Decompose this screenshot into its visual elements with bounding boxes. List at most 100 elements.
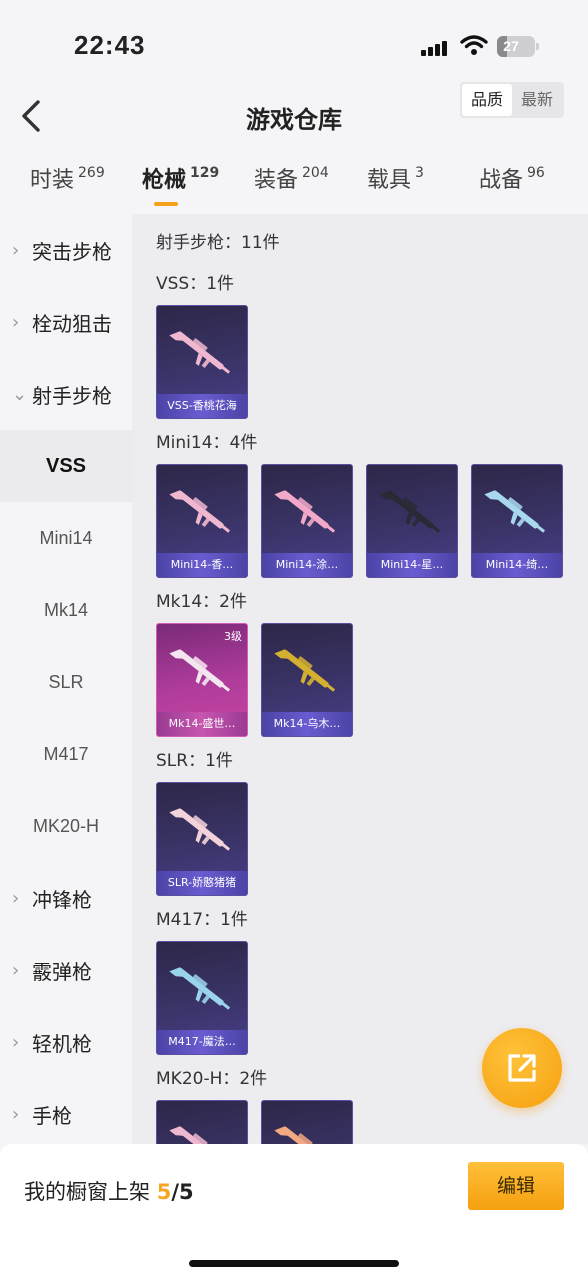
sidebar-item-label: 手枪 (32, 1103, 72, 1128)
sort-option-quality[interactable]: 品质 (462, 84, 512, 116)
rifle-icon (274, 1126, 329, 1144)
shelf-label: 我的橱窗上架 (24, 1180, 150, 1204)
sidebar-item-label: MK20-H (32, 815, 99, 836)
chevron-right-icon: › (12, 1031, 20, 1053)
shelf-status: 我的橱窗上架 5/5 (24, 1176, 194, 1206)
sidebar-item-label: Mk14 (43, 599, 88, 620)
chevron-right-icon: › (12, 311, 20, 333)
weapon-skin-name: Mk14-盛世… (157, 712, 247, 736)
sidebar-item-label: 霰弹枪 (32, 959, 92, 984)
weapon-skin-name: Mini14-香… (157, 553, 247, 577)
sidebar-item-label: 射手步枪 (32, 383, 112, 408)
sidebar-item[interactable]: › 冲锋枪 (0, 862, 132, 934)
sidebar-item[interactable]: VSS (0, 430, 132, 502)
chevron-right-icon: › (12, 1103, 20, 1125)
sidebar-item-label: VSS (45, 454, 87, 477)
sidebar-item[interactable]: Mk14 (0, 574, 132, 646)
cellular-signal-icon (421, 40, 451, 56)
weapon-skin-card[interactable]: Mk14-乌木… (261, 623, 353, 737)
bottom-bar: 我的橱窗上架 5/5 编辑 (0, 1144, 588, 1280)
level-badge: 3级 (224, 630, 242, 643)
sidebar-item-label: Mini14 (39, 527, 93, 548)
weapon-skin-card[interactable]: SLR-娇憨猪猪 (156, 782, 248, 896)
shelf-total-count: /5 (171, 1180, 194, 1204)
section-label: M417：1件 (156, 910, 248, 930)
status-bar: 22:43 27 (0, 0, 588, 90)
weapon-list: 射手步枪：11件 VSS：1件 VSS-香桃花海 Mini14：4件 Mini14-香… (132, 214, 588, 1144)
rifle-icon (169, 967, 231, 1010)
sidebar-item-label: 栓动狙击 (32, 311, 112, 336)
battery-icon: 27 (497, 36, 539, 57)
chevron-right-icon: › (12, 239, 20, 261)
battery-level: 27 (503, 38, 519, 54)
rifle-icon (379, 490, 441, 533)
weapon-type-sidebar: › 突击步枪 › 栓动狙击 ⌄ 射手步枪 VSS Mini14 Mk14 SLR M417 MK20-… (0, 214, 132, 1144)
weapon-skin-card[interactable]: M417-魔法… (156, 941, 248, 1055)
section-label: SLR：1件 (156, 751, 233, 771)
weapon-skin-name: VSS-香桃花海 (157, 394, 247, 418)
shelf-used-count: 5 (156, 1180, 172, 1204)
nav-bar: 游戏仓库 品质 最新 (0, 80, 588, 150)
weapon-skin-name: Mini14-涂… (262, 553, 352, 577)
edit-button[interactable]: 编辑 (468, 1162, 564, 1210)
tab-guns[interactable]: 枪械 129 (142, 162, 219, 194)
tab-fashion[interactable]: 时装 269 (30, 162, 105, 194)
weapon-skin-card[interactable]: Mini14-绮… (471, 464, 563, 578)
weapon-skin-card[interactable] (156, 1100, 248, 1144)
rifle-icon (169, 490, 231, 533)
chevron-right-icon: › (12, 887, 20, 909)
sidebar-item[interactable]: › 手枪 (0, 1078, 132, 1144)
section-label: MK20-H：2件 (156, 1069, 268, 1089)
sidebar-item-label: M417 (43, 743, 89, 764)
sort-toggle: 品质 最新 (460, 82, 564, 118)
sidebar-item-label: SLR (48, 671, 84, 692)
rifle-icon (169, 331, 231, 374)
category-total: 射手步枪：11件 (156, 233, 280, 253)
category-tabs: 时装 269 枪械 129 装备 204 载具 3 战备 96 (0, 162, 588, 214)
share-export-icon (508, 1054, 536, 1082)
sidebar-item-label: 突击步枪 (32, 239, 112, 264)
rifle-icon (274, 490, 336, 533)
section-label: Mk14：2件 (156, 592, 247, 612)
weapon-skin-name: M417-魔法… (157, 1030, 247, 1054)
sidebar-item[interactable]: M417 (0, 718, 132, 790)
sidebar-item[interactable]: Mini14 (0, 502, 132, 574)
weapon-skin-name: Mini14-绮… (472, 553, 562, 577)
rifle-icon (169, 649, 231, 692)
share-button[interactable] (482, 1028, 562, 1108)
rifle-icon (274, 649, 336, 692)
sidebar-item[interactable]: › 轻机枪 (0, 1006, 132, 1078)
section-label: Mini14：4件 (156, 433, 258, 453)
status-time: 22:43 (74, 30, 146, 60)
sidebar-item[interactable]: › 霰弹枪 (0, 934, 132, 1006)
section-label: VSS：1件 (156, 274, 235, 294)
weapon-skin-card[interactable]: 3级 Mk14-盛世… (156, 623, 248, 737)
sidebar-item[interactable]: MK20-H (0, 790, 132, 862)
weapon-skin-card[interactable]: VSS-香桃花海 (156, 305, 248, 419)
sort-option-latest[interactable]: 最新 (512, 84, 562, 116)
tab-vehicles[interactable]: 载具 3 (367, 162, 424, 194)
weapon-skin-name: SLR-娇憨猪猪 (157, 871, 247, 895)
tab-supplies[interactable]: 战备 96 (479, 162, 545, 194)
sidebar-item[interactable]: › 栓动狙击 (0, 286, 132, 358)
sidebar-item[interactable]: SLR (0, 646, 132, 718)
chevron-down-icon: ⌄ (12, 383, 28, 405)
chevron-right-icon: › (12, 959, 20, 981)
rifle-icon (484, 490, 546, 533)
weapon-skin-name: Mini14-星… (367, 553, 457, 577)
rifle-icon (169, 1126, 224, 1144)
tab-equipment[interactable]: 装备 204 (254, 162, 329, 194)
weapon-skin-name: Mk14-乌木… (262, 712, 352, 736)
sidebar-item-label: 轻机枪 (32, 1031, 92, 1056)
sidebar-item-label: 冲锋枪 (32, 887, 92, 912)
sidebar-item[interactable]: ⌄ 射手步枪 (0, 358, 132, 430)
weapon-skin-card[interactable]: Mini14-香… (156, 464, 248, 578)
sidebar-item[interactable]: › 突击步枪 (0, 214, 132, 286)
active-tab-indicator (154, 202, 178, 206)
wifi-icon (460, 35, 488, 55)
home-indicator (189, 1260, 399, 1267)
rifle-icon (169, 808, 231, 851)
weapon-skin-card[interactable]: Mini14-涂… (261, 464, 353, 578)
weapon-skin-card[interactable]: Mini14-星… (366, 464, 458, 578)
weapon-skin-card[interactable] (261, 1100, 353, 1144)
